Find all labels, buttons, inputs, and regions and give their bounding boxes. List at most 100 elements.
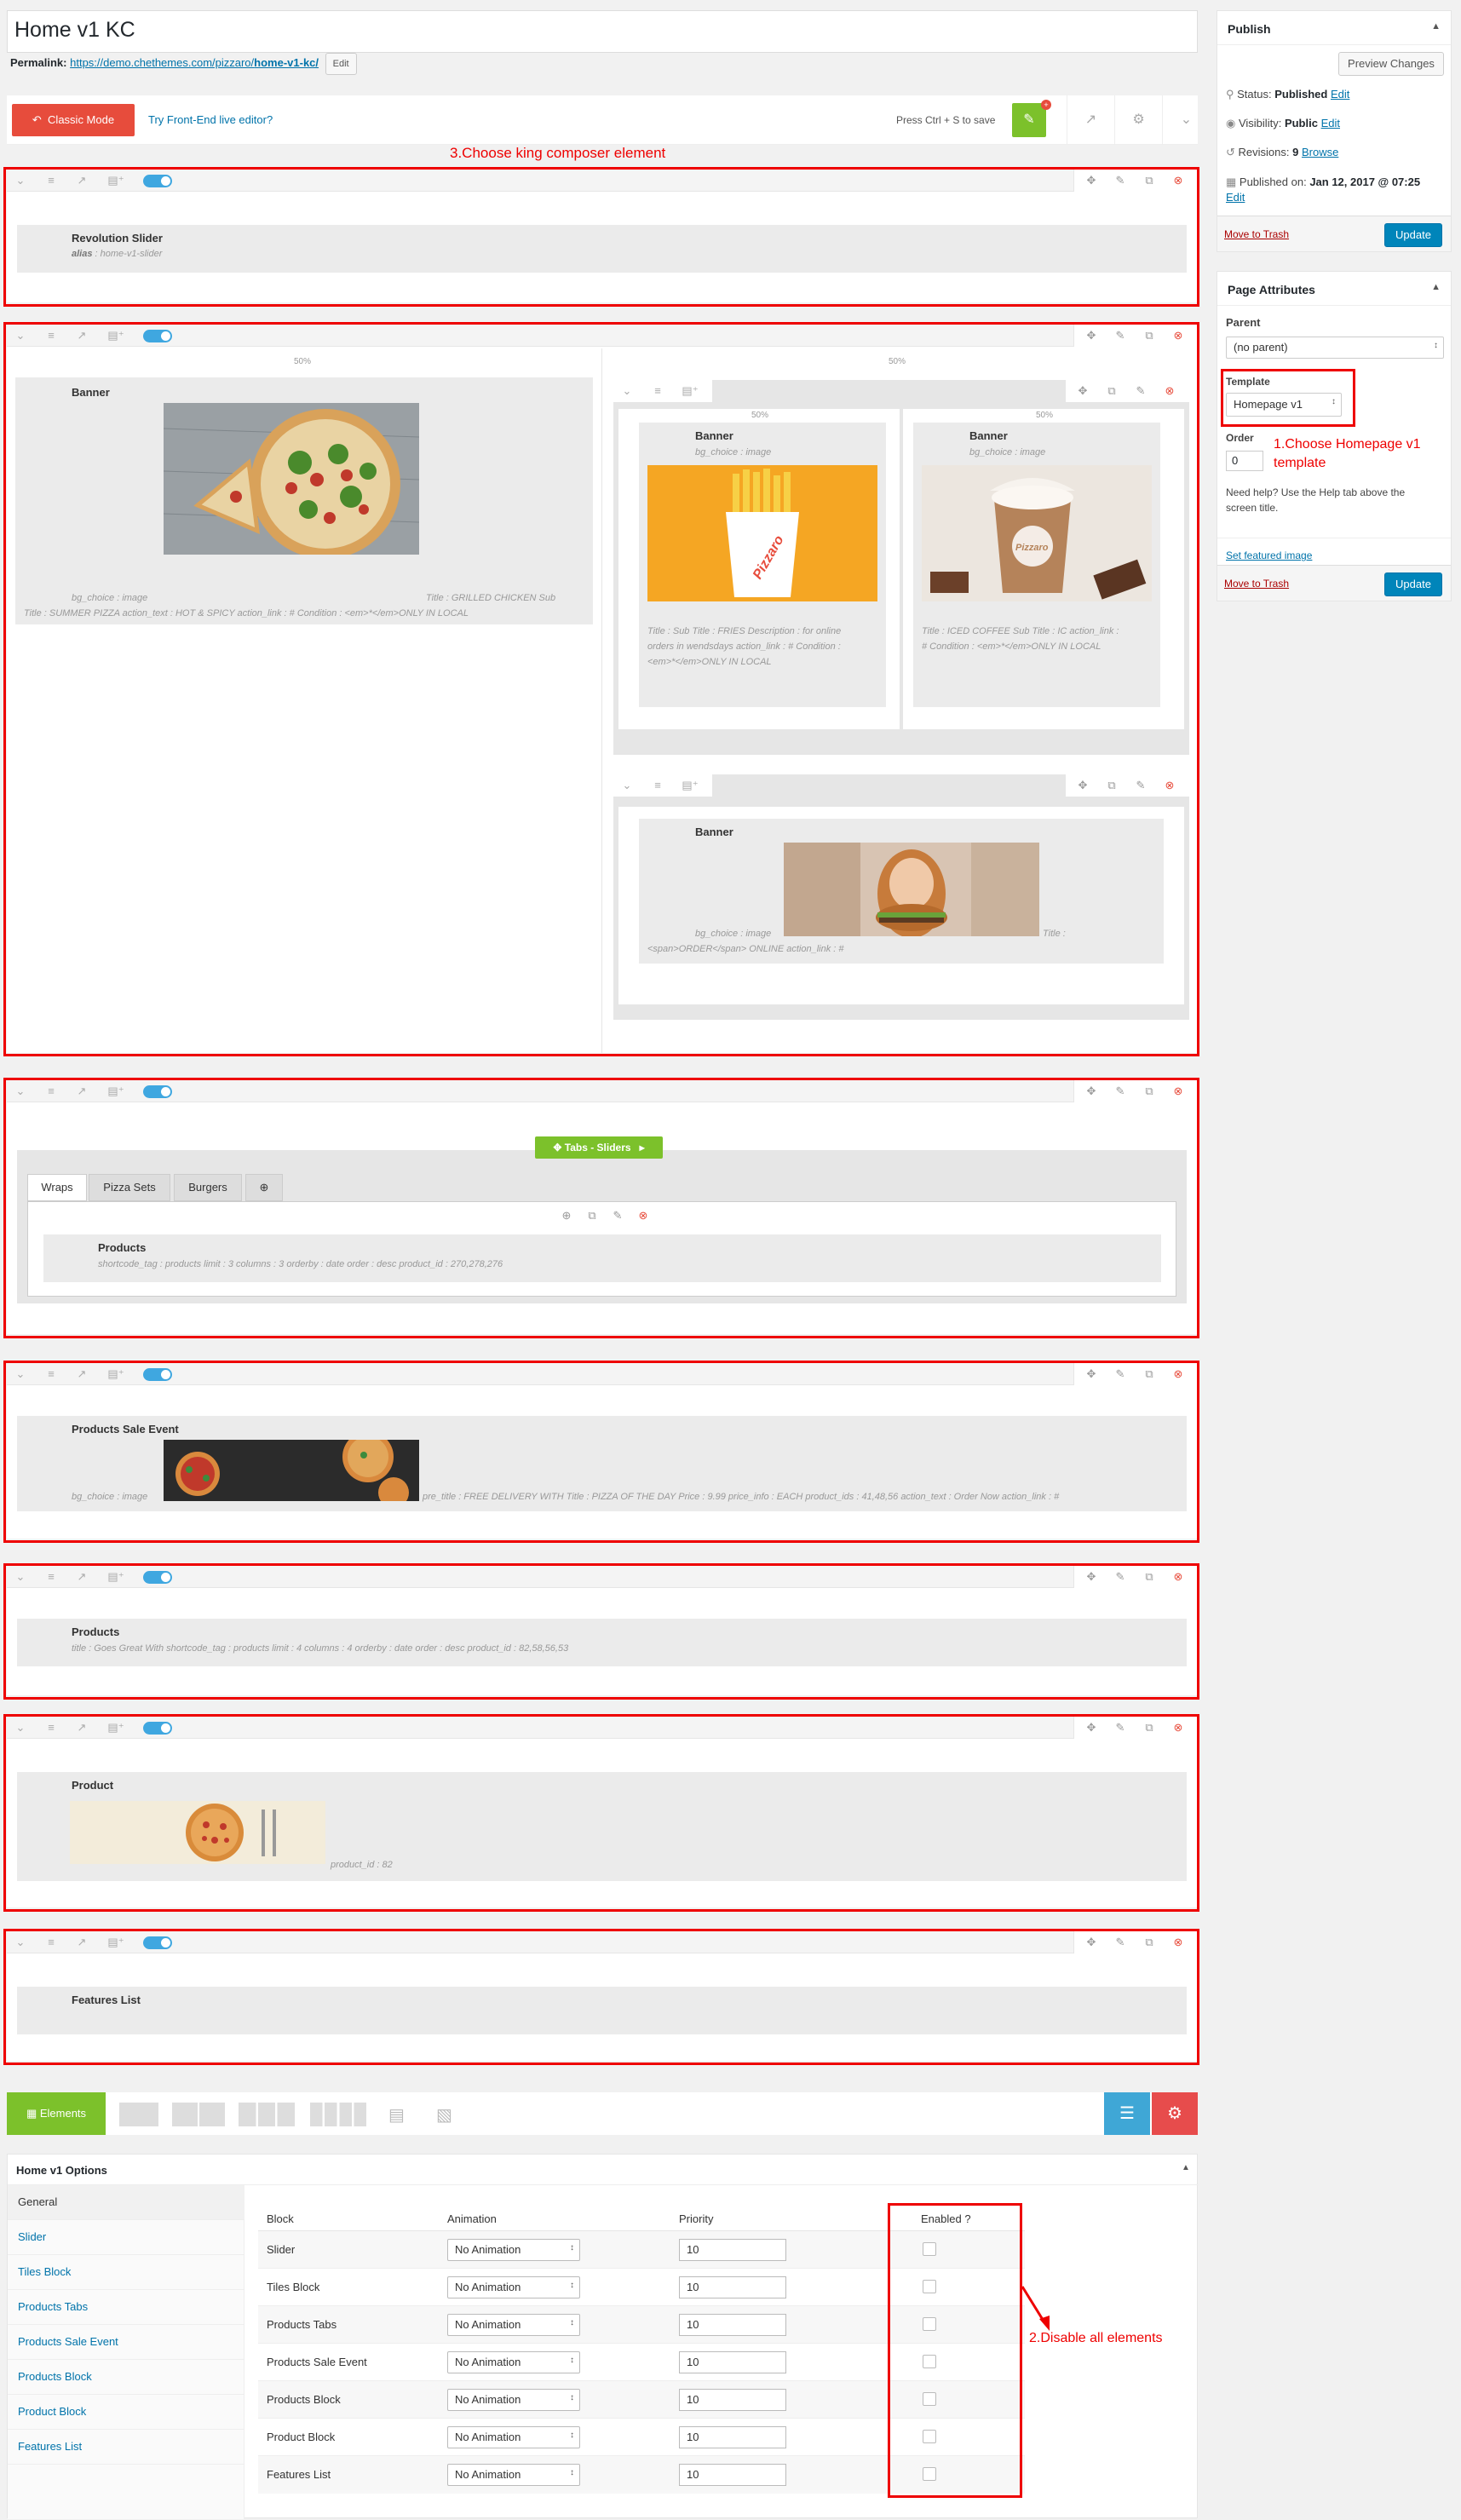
copy-icon[interactable]: ⧉ [1103, 777, 1120, 794]
list-icon[interactable]: ≡ [43, 1568, 60, 1585]
edit-icon[interactable]: ✎ [609, 1207, 626, 1224]
collapse-icon[interactable]: ⌄ [12, 1366, 29, 1383]
priority-input[interactable]: 10 [679, 2239, 786, 2261]
add-column-icon[interactable]: ▤⁺ [107, 327, 124, 344]
tab-wraps[interactable]: Wraps [27, 1174, 87, 1201]
edit-icon[interactable]: ✎ [1112, 1934, 1129, 1951]
move-icon[interactable]: ✥ [1083, 1719, 1100, 1736]
element-products[interactable]: Products shortcode_tag : products limit … [43, 1234, 1161, 1282]
copy-icon[interactable]: ⧉ [1141, 1934, 1158, 1951]
edit-icon[interactable]: ✎ [1112, 1568, 1129, 1585]
list-icon[interactable]: ≡ [43, 1083, 60, 1100]
element-sale-event[interactable]: Products Sale Event bg_choice : image pr… [17, 1416, 1187, 1511]
row-toggle[interactable] [143, 1368, 172, 1381]
layout-2-columns[interactable] [172, 2103, 225, 2126]
animation-select[interactable]: No Animation [447, 2426, 580, 2448]
edit-icon[interactable]: ✎ [1132, 777, 1149, 794]
move-icon[interactable]: ✥ [1083, 1934, 1100, 1951]
add-column-icon[interactable]: ▤⁺ [107, 172, 124, 189]
move-icon[interactable]: ✥ [1083, 327, 1100, 344]
list-icon[interactable]: ≡ [43, 1934, 60, 1951]
element-banner-coffee[interactable]: Banner bg_choice : image Pizzaro Title : [913, 423, 1160, 707]
copy-icon[interactable]: ⧉ [1141, 1083, 1158, 1100]
animation-select[interactable]: No Animation [447, 2464, 580, 2486]
delete-icon[interactable]: ⊗ [1170, 327, 1187, 344]
permalink-link[interactable]: https://demo.chethemes.com/pizzaro/home-… [70, 56, 319, 69]
edit-icon[interactable]: ✎ [1112, 1366, 1129, 1383]
edit-pencil-button[interactable]: ✎ [1012, 103, 1046, 137]
nav-general[interactable]: General [8, 2185, 244, 2220]
element-banner-burger[interactable]: Banner bg_choice : image Title : <span>O… [639, 819, 1164, 964]
collapse-arrow-icon[interactable]: ▲ [1182, 2163, 1190, 2172]
published-edit-link[interactable]: Edit [1226, 191, 1245, 204]
edit-icon[interactable]: ✎ [1112, 1719, 1129, 1736]
external-icon[interactable]: ↗ [73, 1083, 90, 1100]
collapse-icon[interactable]: ⌄ [12, 1083, 29, 1100]
collapse-arrow-icon[interactable]: ▲ [1431, 21, 1441, 32]
layout-4-columns[interactable] [310, 2103, 366, 2126]
external-icon[interactable]: ↗ [73, 327, 90, 344]
collapse-icon[interactable]: ⌄ [12, 172, 29, 189]
animation-select[interactable]: No Animation [447, 2276, 580, 2298]
row-toggle[interactable] [143, 1936, 172, 1949]
settings-button[interactable]: ⚙ [1152, 2092, 1198, 2135]
elements-button[interactable]: ▦ Elements [7, 2092, 106, 2135]
copy-icon[interactable]: ⧉ [584, 1207, 601, 1224]
add-column-icon[interactable]: ▤⁺ [107, 1083, 124, 1100]
tab-add[interactable]: ⊕ [245, 1174, 283, 1201]
list-icon[interactable]: ≡ [649, 777, 666, 794]
order-input[interactable]: 0 [1226, 451, 1263, 471]
element-features-list[interactable]: Features List [17, 1987, 1187, 2034]
move-to-trash-link[interactable]: Move to Trash [1224, 578, 1289, 590]
list-icon[interactable]: ≡ [649, 383, 666, 400]
element-product-block[interactable]: Product product_id : 82 [17, 1772, 1187, 1881]
delete-icon[interactable]: ⊗ [635, 1207, 652, 1224]
layout-1-column[interactable] [119, 2103, 158, 2126]
list-icon[interactable]: ≡ [43, 1719, 60, 1736]
priority-input[interactable]: 10 [679, 2314, 786, 2336]
priority-input[interactable]: 10 [679, 2276, 786, 2298]
priority-input[interactable]: 10 [679, 2464, 786, 2486]
external-icon[interactable]: ↗ [73, 172, 90, 189]
frontend-editor-link[interactable]: Try Front-End live editor? [148, 95, 273, 145]
move-icon[interactable]: ✥ [1074, 777, 1091, 794]
parent-select[interactable]: (no parent) [1226, 337, 1444, 359]
external-icon[interactable]: ↗ [73, 1934, 90, 1951]
update-button[interactable]: Update [1384, 223, 1442, 247]
row-toggle[interactable] [143, 1085, 172, 1098]
animation-select[interactable]: No Animation [447, 2314, 580, 2336]
collapse-arrow-icon[interactable]: ▲ [1431, 282, 1441, 292]
delete-icon[interactable]: ⊗ [1161, 777, 1178, 794]
document-icon[interactable]: ▤ [388, 2104, 405, 2126]
layout-3-columns[interactable] [239, 2103, 295, 2126]
browse-link[interactable]: Browse [1302, 146, 1338, 158]
delete-icon[interactable]: ⊗ [1170, 1083, 1187, 1100]
copy-icon[interactable]: ⧉ [1141, 1568, 1158, 1585]
move-icon[interactable]: ✥ [1083, 1083, 1100, 1100]
collapse-icon[interactable]: ⌄ [12, 1568, 29, 1585]
collapse-icon[interactable]: ⌄ [618, 383, 636, 400]
delete-icon[interactable]: ⊗ [1170, 1719, 1187, 1736]
add-column-icon[interactable]: ▤⁺ [682, 777, 699, 794]
copy-icon[interactable]: ⧉ [1141, 1366, 1158, 1383]
row-toggle[interactable] [143, 175, 172, 187]
add-column-icon[interactable]: ▤⁺ [107, 1366, 124, 1383]
edit-icon[interactable]: ✎ [1112, 327, 1129, 344]
visibility-edit-link[interactable]: Edit [1321, 117, 1340, 129]
add-column-icon[interactable]: ▤⁺ [107, 1568, 124, 1585]
element-banner-fries[interactable]: Banner bg_choice : image Pizzaro Title :… [639, 423, 886, 707]
row-toggle[interactable] [143, 1571, 172, 1584]
collapse-icon[interactable]: ⌄ [12, 1934, 29, 1951]
collapse-icon[interactable]: ⌄ [12, 1719, 29, 1736]
clipboard-icon[interactable]: ▧ [436, 2104, 452, 2126]
edit-icon[interactable]: ✎ [1112, 1083, 1129, 1100]
delete-icon[interactable]: ⊗ [1170, 1568, 1187, 1585]
template-select[interactable]: Homepage v1 [1226, 393, 1342, 417]
edit-icon[interactable]: ✎ [1132, 383, 1149, 400]
nav-tiles-block[interactable]: Tiles Block [8, 2255, 244, 2290]
permalink-edit-button[interactable]: Edit [325, 53, 357, 75]
nav-products-tabs[interactable]: Products Tabs [8, 2290, 244, 2325]
delete-icon[interactable]: ⊗ [1170, 1934, 1187, 1951]
animation-select[interactable]: No Animation [447, 2351, 580, 2373]
list-icon[interactable]: ≡ [43, 327, 60, 344]
